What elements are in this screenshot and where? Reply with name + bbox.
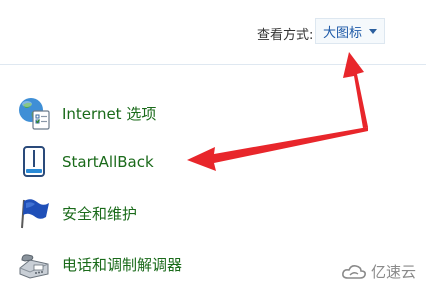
annotation-arrow-left (187, 127, 368, 171)
annotation-arrows (187, 52, 368, 171)
watermark: 亿速云 (341, 261, 416, 282)
annotation-arrow-up (343, 52, 368, 128)
watermark-text: 亿速云 (370, 263, 416, 281)
cloud-logo-icon (342, 264, 366, 279)
